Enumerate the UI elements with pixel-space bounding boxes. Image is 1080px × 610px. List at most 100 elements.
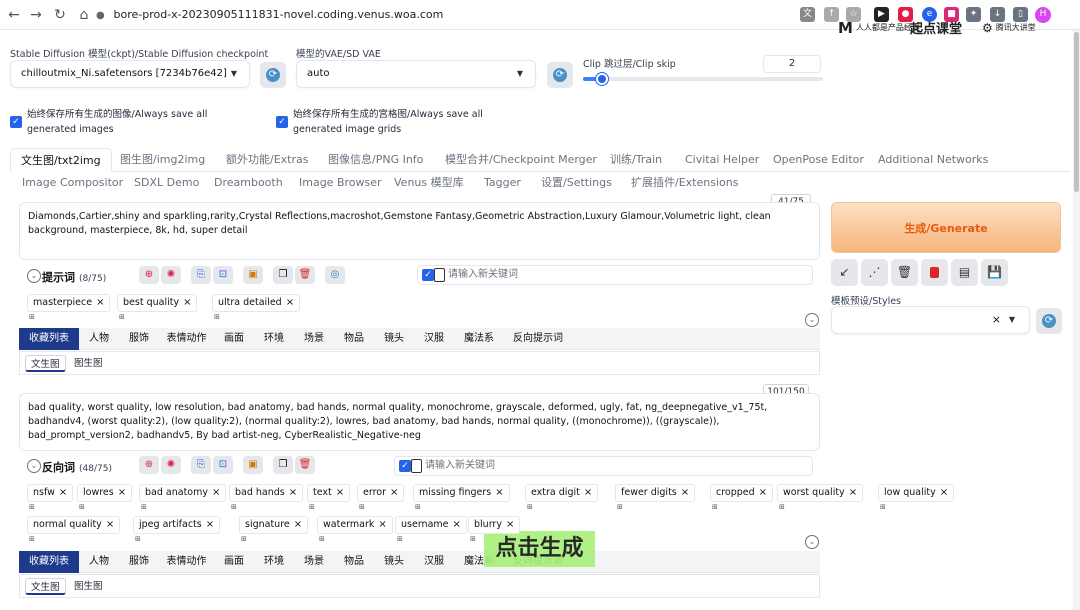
category-tab[interactable]: 物品	[334, 551, 374, 573]
chip-translate-icon[interactable]: ⊞	[119, 313, 125, 321]
sub-tab[interactable]: 文生图	[25, 578, 66, 595]
category-tab[interactable]: 场景	[294, 551, 334, 573]
show-extra-networks-icon[interactable]	[921, 259, 948, 286]
chip-translate-icon[interactable]: ⊞	[880, 503, 886, 511]
remove-chip-icon[interactable]: ×	[183, 297, 191, 308]
category-tab[interactable]: 汉服	[414, 551, 454, 573]
keyword-checkbox[interactable]: ✓	[399, 460, 411, 472]
gear-icon[interactable]: ✺	[161, 266, 181, 284]
gear-icon[interactable]: ✺	[161, 456, 181, 474]
tab-2[interactable]: 额外功能/Extras	[226, 148, 308, 172]
save-grids-checkbox[interactable]: ✓	[276, 116, 288, 128]
refresh-vae-button[interactable]: ⟳	[547, 62, 573, 88]
globe-icon[interactable]: ⊕	[139, 456, 159, 474]
category-tab[interactable]: 收藏列表	[19, 551, 79, 573]
chip-translate-icon[interactable]: ⊞	[309, 503, 315, 511]
remove-chip-icon[interactable]: ×	[96, 297, 104, 308]
image-icon[interactable]: ▣	[243, 456, 263, 474]
category-tab[interactable]: 镜头	[374, 551, 414, 573]
expand-negative-icon[interactable]: ⌄	[805, 535, 819, 549]
negative-keyword-input[interactable]: ✓ 请输入新关键词	[394, 456, 813, 476]
tab-row2-4[interactable]: Venus 模型库	[394, 171, 464, 195]
chip-translate-icon[interactable]: ⊞	[29, 503, 35, 511]
remove-chip-icon[interactable]: ×	[118, 487, 126, 498]
chip-translate-icon[interactable]: ⊞	[79, 503, 85, 511]
remove-chip-icon[interactable]: ×	[59, 487, 67, 498]
category-tab[interactable]: 环境	[254, 328, 294, 350]
remove-chip-icon[interactable]: ×	[286, 297, 294, 308]
tab-row2-6[interactable]: 设置/Settings	[541, 171, 612, 195]
remove-chip-icon[interactable]: ×	[294, 519, 302, 530]
category-tab[interactable]: 服饰	[119, 551, 159, 573]
sub-tab[interactable]: 图生图	[69, 578, 108, 595]
collapse-negative-icon[interactable]: ⌄	[27, 459, 41, 473]
copy-icon[interactable]: ⎘	[191, 456, 211, 474]
chip-translate-icon[interactable]: ⊞	[231, 503, 237, 511]
chip-translate-icon[interactable]: ⊞	[470, 535, 476, 543]
share-icon[interactable]: ↑	[824, 7, 839, 22]
category-tab[interactable]: 汉服	[414, 328, 454, 350]
ai-assist-icon[interactable]: ◎	[325, 266, 345, 284]
remove-chip-icon[interactable]: ×	[495, 487, 503, 498]
category-tab[interactable]: 环境	[254, 551, 294, 573]
category-tab[interactable]: 画面	[214, 551, 254, 573]
chip-translate-icon[interactable]: ⊞	[241, 535, 247, 543]
clear-styles-icon[interactable]: ×	[992, 307, 1001, 333]
tab-row2-7[interactable]: 扩展插件/Extensions	[631, 171, 738, 195]
category-tab[interactable]: 表情动作	[159, 551, 214, 573]
duplicate-icon[interactable]: ❐	[273, 266, 293, 284]
clip-skip-input[interactable]: 2	[763, 55, 821, 73]
remove-chip-icon[interactable]: ×	[336, 487, 344, 498]
refresh-checkpoint-button[interactable]: ⟳	[260, 62, 286, 88]
bookmark-icon[interactable]: ⊡	[213, 266, 233, 284]
back-icon[interactable]: ←	[4, 5, 24, 25]
category-tab[interactable]: 魔法系	[454, 328, 504, 350]
prompt-keyword-input[interactable]: ✓ 请输入新关键词	[417, 265, 813, 285]
category-tab[interactable]: 场景	[294, 328, 334, 350]
remove-chip-icon[interactable]: ×	[378, 519, 386, 530]
negative-prompt-textarea[interactable]: bad quality, worst quality, low resoluti…	[19, 393, 820, 451]
category-tab[interactable]: 画面	[214, 328, 254, 350]
clip-skip-slider[interactable]	[583, 73, 823, 85]
profile-avatar[interactable]: H	[1035, 7, 1051, 23]
remove-chip-icon[interactable]: ×	[759, 487, 767, 498]
chip-translate-icon[interactable]: ⊞	[359, 503, 365, 511]
apply-style-icon[interactable]: ▤	[951, 259, 978, 286]
chip-translate-icon[interactable]: ⊞	[29, 313, 35, 321]
chip-translate-icon[interactable]: ⊞	[135, 535, 141, 543]
chip-translate-icon[interactable]: ⊞	[527, 503, 533, 511]
tab-4[interactable]: 模型合并/Checkpoint Merger	[445, 148, 597, 172]
remove-chip-icon[interactable]: ×	[849, 487, 857, 498]
remove-chip-icon[interactable]: ×	[453, 519, 461, 530]
remove-chip-icon[interactable]: ×	[584, 487, 592, 498]
remove-chip-icon[interactable]: ×	[506, 519, 514, 530]
category-tab[interactable]: 服饰	[119, 328, 159, 350]
tab-row2-2[interactable]: Dreambooth	[214, 171, 283, 195]
tab-row2-1[interactable]: SDXL Demo	[134, 171, 199, 195]
duplicate-icon[interactable]: ❐	[273, 456, 293, 474]
chip-translate-icon[interactable]: ⊞	[214, 313, 220, 321]
sub-tab[interactable]: 图生图	[69, 355, 108, 372]
checkpoint-dropdown[interactable]: chilloutmix_Ni.safetensors [7234b76e42] …	[10, 60, 250, 88]
tab-row2-3[interactable]: Image Browser	[299, 171, 382, 195]
refresh-styles-button[interactable]: ⟳	[1036, 308, 1062, 334]
remove-chip-icon[interactable]: ×	[390, 487, 398, 498]
read-params-icon[interactable]: ⋰	[861, 259, 888, 286]
chip-translate-icon[interactable]: ⊞	[779, 503, 785, 511]
remove-chip-icon[interactable]: ×	[681, 487, 689, 498]
chip-translate-icon[interactable]: ⊞	[319, 535, 325, 543]
remove-chip-icon[interactable]: ×	[289, 487, 297, 498]
category-tab[interactable]: 收藏列表	[19, 328, 79, 350]
sub-tab[interactable]: 文生图	[25, 355, 66, 372]
generate-button[interactable]: 生成/Generate	[831, 202, 1061, 253]
category-tab[interactable]: 物品	[334, 328, 374, 350]
category-tab[interactable]: 人物	[79, 551, 119, 573]
tab-0[interactable]: 文生图/txt2img	[10, 148, 112, 172]
tab-5[interactable]: 训练/Train	[610, 148, 662, 172]
prompt-textarea[interactable]: Diamonds,Cartier,shiny and sparkling,rar…	[19, 202, 820, 260]
chip-translate-icon[interactable]: ⊞	[617, 503, 623, 511]
save-images-checkbox[interactable]: ✓	[10, 116, 22, 128]
expand-prompt-icon[interactable]: ⌄	[805, 313, 819, 327]
globe-icon[interactable]: ⊕	[139, 266, 159, 284]
address-bar[interactable]: ● bore-prod-x-20230905111831-novel.codin…	[96, 4, 796, 26]
